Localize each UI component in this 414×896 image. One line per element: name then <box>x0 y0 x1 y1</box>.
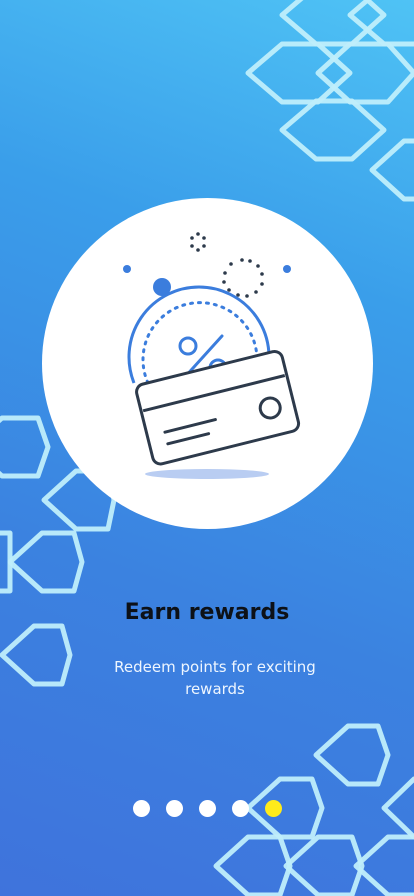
onboarding-title: Earn rewards <box>124 600 290 625</box>
hexagon-shape <box>353 834 414 896</box>
pagination-dot-4[interactable] <box>231 800 249 817</box>
hexagon-shape <box>369 138 414 202</box>
hexagon-shape <box>0 415 51 479</box>
hexagon-shape <box>213 834 293 896</box>
pagination-dot-3[interactable] <box>198 800 216 817</box>
pagination-dot-1[interactable] <box>132 800 150 817</box>
onboarding-subtitle: Redeem points for exciting rewards <box>114 658 316 698</box>
hexagon-shape <box>283 834 365 896</box>
hexagon-shape <box>279 0 387 47</box>
hexagon-shape <box>0 623 73 687</box>
hexagon-shape <box>313 723 391 787</box>
pagination-dot-2[interactable] <box>165 800 183 817</box>
pagination-dots <box>0 800 414 820</box>
hexagon-shape <box>7 530 85 594</box>
onboarding-screen: Earn rewards Redeem points for exciting … <box>0 0 414 896</box>
pagination-dot-5[interactable] <box>264 800 282 817</box>
hexagon-shape <box>315 41 414 105</box>
hexagon-shape <box>279 98 387 162</box>
discount-card-icon <box>123 232 301 479</box>
hexagon-shape <box>245 41 353 105</box>
hexagon-shape <box>0 530 13 594</box>
